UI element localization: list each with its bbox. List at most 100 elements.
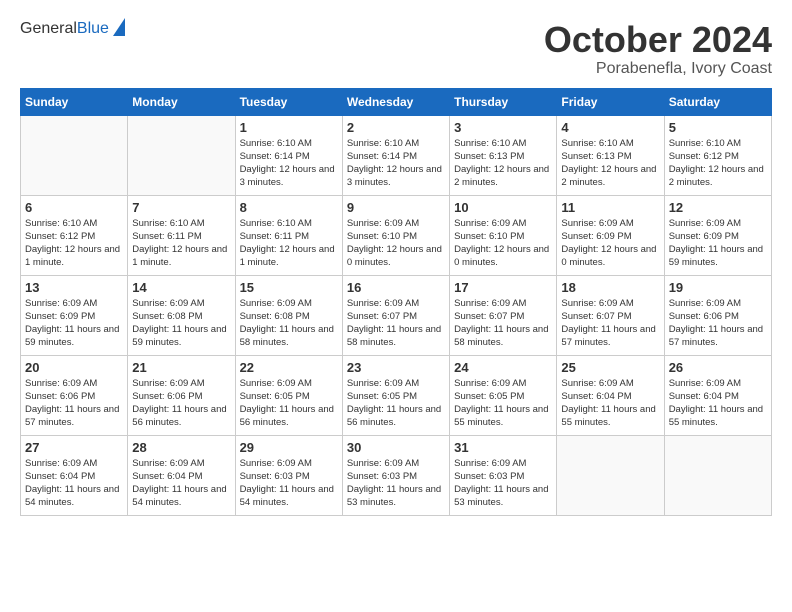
weekday-header-thursday: Thursday [450, 88, 557, 115]
day-info: Sunrise: 6:10 AM Sunset: 6:13 PM Dayligh… [561, 137, 659, 190]
page-header: GeneralBlue October 2024 Porabenefla, Iv… [20, 20, 772, 78]
day-number: 21 [132, 360, 230, 375]
day-number: 16 [347, 280, 445, 295]
day-info: Sunrise: 6:09 AM Sunset: 6:05 PM Dayligh… [240, 377, 338, 430]
day-info: Sunrise: 6:09 AM Sunset: 6:10 PM Dayligh… [454, 217, 552, 270]
day-number: 30 [347, 440, 445, 455]
day-info: Sunrise: 6:09 AM Sunset: 6:03 PM Dayligh… [454, 457, 552, 510]
day-info: Sunrise: 6:09 AM Sunset: 6:05 PM Dayligh… [454, 377, 552, 430]
day-info: Sunrise: 6:09 AM Sunset: 6:06 PM Dayligh… [669, 297, 767, 350]
day-info: Sunrise: 6:09 AM Sunset: 6:05 PM Dayligh… [347, 377, 445, 430]
day-number: 6 [25, 200, 123, 215]
day-info: Sunrise: 6:09 AM Sunset: 6:09 PM Dayligh… [25, 297, 123, 350]
day-number: 11 [561, 200, 659, 215]
day-number: 10 [454, 200, 552, 215]
day-info: Sunrise: 6:09 AM Sunset: 6:04 PM Dayligh… [669, 377, 767, 430]
day-info: Sunrise: 6:09 AM Sunset: 6:07 PM Dayligh… [454, 297, 552, 350]
day-number: 23 [347, 360, 445, 375]
day-cell-21: 21 Sunrise: 6:09 AM Sunset: 6:06 PM Dayli… [128, 355, 235, 435]
logo-blue: Blue [77, 20, 109, 37]
day-info: Sunrise: 6:09 AM Sunset: 6:07 PM Dayligh… [347, 297, 445, 350]
day-number: 3 [454, 120, 552, 135]
day-cell-17: 17Sunrise: 6:09 AM Sunset: 6:07 PM Dayli… [450, 275, 557, 355]
day-cell-15: 15 Sunrise: 6:09 AM Sunset: 6:08 PM Dayli… [235, 275, 342, 355]
empty-cell [664, 435, 771, 515]
week-row-1: 1 Sunrise: 6:10 AM Sunset: 6:14 PM Daylig… [21, 115, 772, 195]
day-info: Sunrise: 6:09 AM Sunset: 6:10 PM Dayligh… [347, 217, 445, 270]
day-number: 22 [240, 360, 338, 375]
day-cell-20: 20Sunrise: 6:09 AM Sunset: 6:06 PM Dayli… [21, 355, 128, 435]
day-number: 9 [347, 200, 445, 215]
day-info: Sunrise: 6:09 AM Sunset: 6:04 PM Dayligh… [132, 457, 230, 510]
day-number: 5 [669, 120, 767, 135]
day-cell-18: 18Sunrise: 6:09 AM Sunset: 6:07 PM Dayli… [557, 275, 664, 355]
weekday-header-row: SundayMondayTuesdayWednesdayThursdayFrid… [21, 88, 772, 115]
day-cell-27: 27 Sunrise: 6:09 AM Sunset: 6:04 PM Dayli… [21, 435, 128, 515]
day-number: 28 [132, 440, 230, 455]
empty-cell [21, 115, 128, 195]
day-cell-8: 8Sunrise: 6:10 AM Sunset: 6:11 PM Daylig… [235, 195, 342, 275]
logo: GeneralBlue [20, 20, 125, 38]
day-cell-11: 11Sunrise: 6:09 AM Sunset: 6:09 PM Dayli… [557, 195, 664, 275]
day-info: Sunrise: 6:09 AM Sunset: 6:04 PM Dayligh… [25, 457, 123, 510]
week-row-5: 27 Sunrise: 6:09 AM Sunset: 6:04 PM Dayli… [21, 435, 772, 515]
day-cell-25: 25Sunrise: 6:09 AM Sunset: 6:04 PM Dayli… [557, 355, 664, 435]
weekday-header-wednesday: Wednesday [342, 88, 449, 115]
day-number: 24 [454, 360, 552, 375]
day-cell-10: 10 Sunrise: 6:09 AM Sunset: 6:10 PM Dayli… [450, 195, 557, 275]
week-row-2: 6 Sunrise: 6:10 AM Sunset: 6:12 PM Daylig… [21, 195, 772, 275]
day-number: 4 [561, 120, 659, 135]
calendar: SundayMondayTuesdayWednesdayThursdayFrid… [20, 88, 772, 516]
day-cell-22: 22 Sunrise: 6:09 AM Sunset: 6:05 PM Dayli… [235, 355, 342, 435]
empty-cell [128, 115, 235, 195]
day-number: 15 [240, 280, 338, 295]
day-info: Sunrise: 6:09 AM Sunset: 6:03 PM Dayligh… [347, 457, 445, 510]
logo-general: General [20, 20, 77, 37]
day-cell-1: 1 Sunrise: 6:10 AM Sunset: 6:14 PM Daylig… [235, 115, 342, 195]
day-cell-23: 23 Sunrise: 6:09 AM Sunset: 6:05 PM Dayli… [342, 355, 449, 435]
day-cell-2: 2Sunrise: 6:10 AM Sunset: 6:14 PM Daylig… [342, 115, 449, 195]
day-number: 13 [25, 280, 123, 295]
week-row-3: 13 Sunrise: 6:09 AM Sunset: 6:09 PM Dayli… [21, 275, 772, 355]
day-number: 26 [669, 360, 767, 375]
day-cell-6: 6 Sunrise: 6:10 AM Sunset: 6:12 PM Daylig… [21, 195, 128, 275]
day-cell-31: 31 Sunrise: 6:09 AM Sunset: 6:03 PM Dayli… [450, 435, 557, 515]
day-cell-4: 4 Sunrise: 6:10 AM Sunset: 6:13 PM Daylig… [557, 115, 664, 195]
day-cell-30: 30 Sunrise: 6:09 AM Sunset: 6:03 PM Dayli… [342, 435, 449, 515]
day-cell-29: 29Sunrise: 6:09 AM Sunset: 6:03 PM Dayli… [235, 435, 342, 515]
day-info: Sunrise: 6:09 AM Sunset: 6:04 PM Dayligh… [561, 377, 659, 430]
day-cell-13: 13 Sunrise: 6:09 AM Sunset: 6:09 PM Dayli… [21, 275, 128, 355]
title-section: October 2024 Porabenefla, Ivory Coast [544, 20, 772, 78]
day-info: Sunrise: 6:09 AM Sunset: 6:08 PM Dayligh… [132, 297, 230, 350]
day-number: 27 [25, 440, 123, 455]
weekday-header-tuesday: Tuesday [235, 88, 342, 115]
day-number: 31 [454, 440, 552, 455]
day-cell-12: 12Sunrise: 6:09 AM Sunset: 6:09 PM Dayli… [664, 195, 771, 275]
day-info: Sunrise: 6:10 AM Sunset: 6:14 PM Dayligh… [240, 137, 338, 190]
day-info: Sunrise: 6:10 AM Sunset: 6:11 PM Dayligh… [240, 217, 338, 270]
location: Porabenefla, Ivory Coast [544, 60, 772, 78]
logo-text: GeneralBlue [20, 20, 109, 38]
day-number: 19 [669, 280, 767, 295]
day-number: 18 [561, 280, 659, 295]
day-number: 12 [669, 200, 767, 215]
day-info: Sunrise: 6:10 AM Sunset: 6:13 PM Dayligh… [454, 137, 552, 190]
empty-cell [557, 435, 664, 515]
day-info: Sunrise: 6:10 AM Sunset: 6:12 PM Dayligh… [25, 217, 123, 270]
weekday-header-sunday: Sunday [21, 88, 128, 115]
weekday-header-friday: Friday [557, 88, 664, 115]
logo-icon [113, 18, 125, 36]
day-info: Sunrise: 6:10 AM Sunset: 6:12 PM Dayligh… [669, 137, 767, 190]
day-info: Sunrise: 6:09 AM Sunset: 6:06 PM Dayligh… [132, 377, 230, 430]
day-info: Sunrise: 6:10 AM Sunset: 6:14 PM Dayligh… [347, 137, 445, 190]
day-cell-26: 26 Sunrise: 6:09 AM Sunset: 6:04 PM Dayli… [664, 355, 771, 435]
day-number: 1 [240, 120, 338, 135]
day-number: 14 [132, 280, 230, 295]
day-cell-19: 19 Sunrise: 6:09 AM Sunset: 6:06 PM Dayli… [664, 275, 771, 355]
day-cell-5: 5 Sunrise: 6:10 AM Sunset: 6:12 PM Daylig… [664, 115, 771, 195]
day-info: Sunrise: 6:09 AM Sunset: 6:03 PM Dayligh… [240, 457, 338, 510]
day-info: Sunrise: 6:09 AM Sunset: 6:06 PM Dayligh… [25, 377, 123, 430]
week-row-4: 20Sunrise: 6:09 AM Sunset: 6:06 PM Dayli… [21, 355, 772, 435]
day-info: Sunrise: 6:09 AM Sunset: 6:08 PM Dayligh… [240, 297, 338, 350]
day-cell-9: 9 Sunrise: 6:09 AM Sunset: 6:10 PM Daylig… [342, 195, 449, 275]
